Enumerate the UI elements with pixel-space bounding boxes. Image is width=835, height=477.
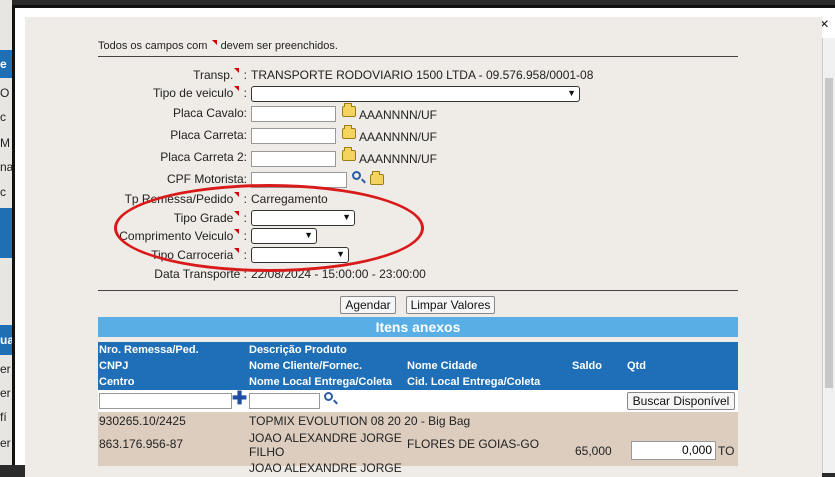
placa-cavalo-input[interactable] <box>251 106 336 122</box>
required-note: Todos os campos com devem ser preenchido… <box>98 40 338 52</box>
search-icon[interactable] <box>324 392 333 401</box>
col-qtd-header: Qtd <box>627 360 646 372</box>
required-marker-icon <box>234 86 240 91</box>
limpar-valores-button[interactable]: Limpar Valores <box>406 296 495 314</box>
itens-table-header: Nro. Remessa/Ped. CNPJ Centro Descrição … <box>98 342 738 390</box>
col-remessa-header: Nro. Remessa/Ped. <box>99 344 199 356</box>
scrollbar-thumb[interactable] <box>825 78 833 388</box>
placa-cavalo-label: Placa Cavalo: <box>172 106 247 120</box>
required-marker-icon <box>234 68 240 73</box>
row-cnpj: 863.176.956-87 <box>99 437 184 451</box>
divider <box>98 56 738 57</box>
placa-carreta-label: Placa Carreta: <box>170 128 247 142</box>
background-nav-item: fí <box>0 410 7 424</box>
col-local-header: Nome Local Entrega/Coleta <box>249 376 393 388</box>
modal-dialog: × Todos os campos com devem ser preenchi… <box>12 5 835 477</box>
row-remessa: 930265.10/2425 <box>99 414 186 428</box>
col-cid-local-header: Cid. Local Entrega/Coleta <box>407 376 541 388</box>
filter-remessa-input[interactable] <box>99 393 232 409</box>
placa-carreta-hint: AAANNNN/UF <box>359 130 438 144</box>
transp-value: TRANSPORTE RODOVIARIO 1500 LTDA - 09.576… <box>251 68 594 82</box>
form-panel: Todos os campos com devem ser preenchido… <box>25 17 822 477</box>
scrollbar[interactable] <box>822 38 835 473</box>
red-annotation-ellipse <box>114 184 424 272</box>
col-cnpj-header: CNPJ <box>99 360 129 372</box>
col-saldo-header: Saldo <box>572 360 602 372</box>
background-nav-item: er <box>0 436 11 450</box>
placa-carreta2-label: Placa Carreta 2: <box>160 150 247 164</box>
filter-row: ✚ Buscar Disponível <box>98 388 738 412</box>
tipo-veiculo-label: Tipo de veiculo : <box>153 86 247 100</box>
row-produto: TOPMIX EVOLUTION 08 20 20 - Big Bag <box>249 414 471 428</box>
placa-carreta2-hint: AAANNNN/UF <box>359 152 438 166</box>
row-qtd-input[interactable]: 0,000 <box>631 441 716 460</box>
row-local-partial: JOAO ALEXANDRE JORGE <box>249 461 402 475</box>
itens-anexos-header: Itens anexos <box>98 317 738 337</box>
background-nav-header: ua <box>0 325 12 355</box>
cpf-label: CPF Motorista: <box>166 172 247 186</box>
tipo-veiculo-select[interactable]: ▼ <box>251 86 580 102</box>
placa-carreta2-input[interactable] <box>251 151 336 167</box>
background-nav-item: na <box>0 160 12 174</box>
folder-icon[interactable] <box>342 103 356 117</box>
divider <box>98 290 738 291</box>
row-cidade: FLORES DE GOIAS-GO <box>407 437 540 451</box>
background-nav-item: c <box>0 110 6 124</box>
col-cidade-header: Nome Cidade <box>407 360 478 372</box>
col-cliente-header: Nome Cliente/Fornec. <box>249 360 363 372</box>
background-nav-item: O <box>0 86 10 100</box>
transp-label: Transp. : <box>193 68 247 82</box>
chevron-down-icon: ▼ <box>567 88 576 98</box>
folder-icon[interactable] <box>342 147 356 161</box>
background-nav-item: er <box>0 386 11 400</box>
placa-carreta-input[interactable] <box>251 128 336 144</box>
background-nav-item: M <box>0 136 10 150</box>
search-icon[interactable] <box>352 171 361 180</box>
col-centro-header: Centro <box>99 376 135 388</box>
background-nav-item: er <box>0 362 11 376</box>
table-row: 930265.10/2425 TOPMIX EVOLUTION 08 20 20… <box>98 412 738 475</box>
background-nav-block <box>0 208 12 258</box>
folder-icon[interactable] <box>370 171 384 185</box>
row-unit: TO <box>718 444 735 458</box>
agendar-button[interactable]: Agendar <box>340 296 396 314</box>
plus-icon[interactable]: ✚ <box>232 388 247 409</box>
col-produto-header: Descrição Produto <box>249 344 347 356</box>
folder-icon[interactable] <box>342 125 356 139</box>
row-saldo: 65,000 <box>575 444 612 458</box>
row-cliente-line1: JOAO ALEXANDRE JORGE <box>249 431 402 445</box>
row-cliente-line2: FILHO <box>249 445 285 459</box>
required-marker-icon <box>211 40 217 45</box>
background-nav-header: e <box>0 50 12 78</box>
buscar-disponivel-button[interactable]: Buscar Disponível <box>627 392 735 410</box>
filter-produto-input[interactable] <box>249 393 320 409</box>
placa-cavalo-hint: AAANNNN/UF <box>359 108 438 122</box>
background-nav-item: c <box>0 185 6 199</box>
